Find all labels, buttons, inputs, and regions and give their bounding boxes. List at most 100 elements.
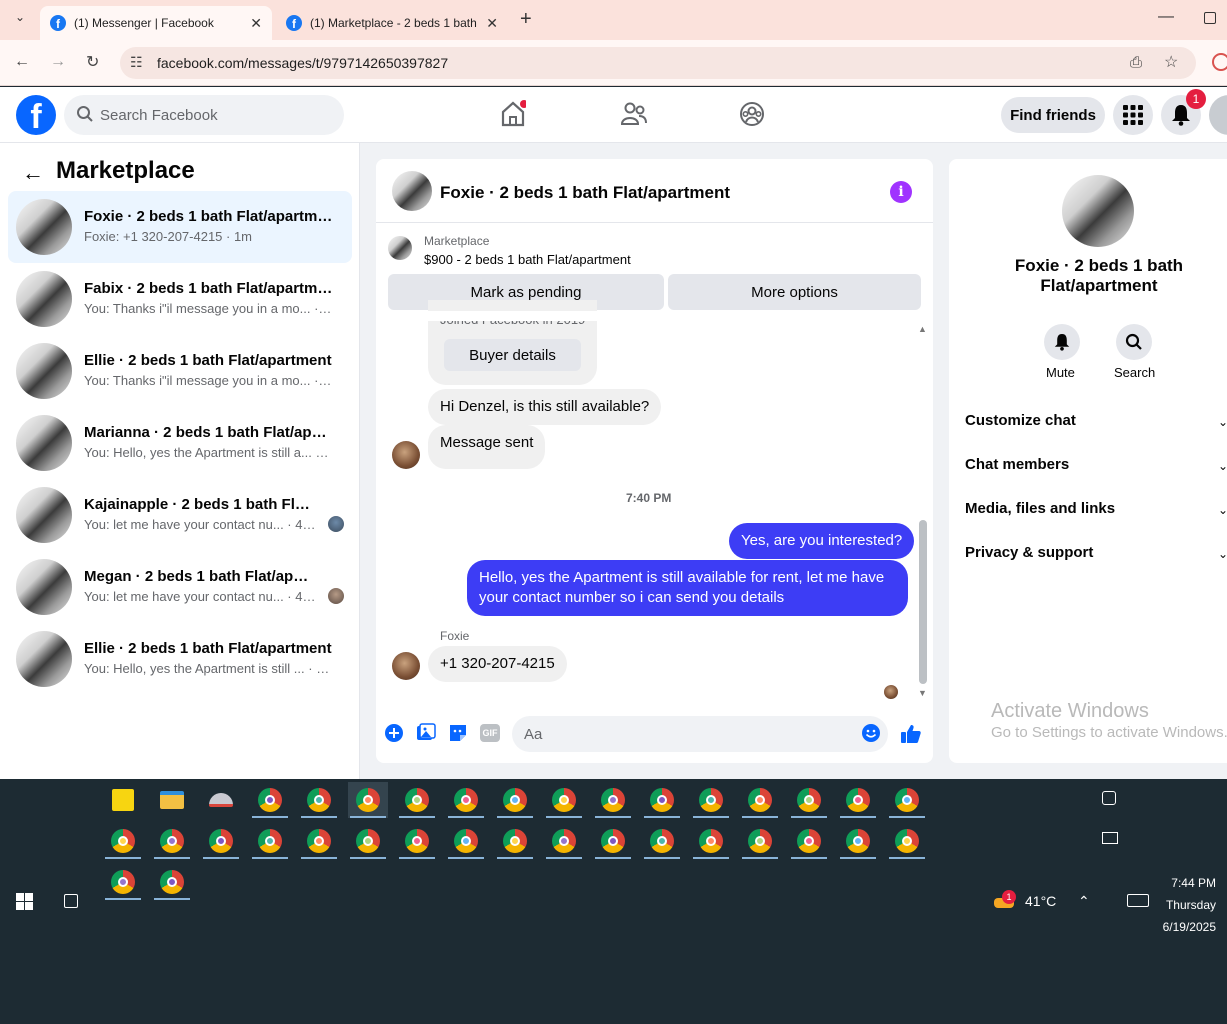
- back-icon[interactable]: ←: [14, 53, 30, 71]
- network-icon[interactable]: [1102, 832, 1118, 844]
- chrome-window-icon[interactable]: [495, 823, 535, 859]
- friends-icon[interactable]: [620, 100, 648, 128]
- chrome-window-icon[interactable]: [299, 823, 339, 859]
- site-info-icon[interactable]: ☷: [130, 54, 143, 71]
- chrome-window-icon[interactable]: [789, 823, 829, 859]
- task-view-icon[interactable]: [64, 894, 78, 908]
- app-icon[interactable]: [201, 782, 241, 818]
- scroll-down-arrow-icon[interactable]: ▼: [918, 688, 927, 698]
- chat-avatar[interactable]: [392, 171, 432, 211]
- search-facebook-input[interactable]: Search Facebook: [64, 95, 344, 135]
- media-files-links-row[interactable]: Media, files and links: [965, 500, 1115, 517]
- chrome-window-icon[interactable]: [642, 782, 682, 818]
- chrome-window-icon[interactable]: [152, 823, 192, 859]
- chat-members-row[interactable]: Chat members: [965, 456, 1069, 473]
- message-input[interactable]: [512, 716, 888, 752]
- keyboard-icon[interactable]: [1127, 894, 1149, 907]
- tab-messenger[interactable]: f (1) Messenger | Facebook ✕: [40, 6, 272, 40]
- show-hidden-icons-icon[interactable]: ⌃: [1078, 893, 1090, 910]
- more-options-button[interactable]: More options: [668, 274, 921, 310]
- minimize-icon[interactable]: —: [1158, 8, 1174, 26]
- back-arrow-icon[interactable]: ←: [22, 160, 44, 186]
- conversation-item[interactable]: Marianna · 2 beds 1 bath Flat/apar... Yo…: [8, 407, 352, 479]
- chrome-window-icon[interactable]: [593, 823, 633, 859]
- close-tab-icon[interactable]: ✕: [486, 15, 498, 32]
- chrome-window-icon[interactable]: [348, 823, 388, 859]
- url-text[interactable]: facebook.com/messages/t/9797142650397827: [157, 55, 448, 71]
- meet-now-icon[interactable]: [1102, 791, 1116, 805]
- sticker-icon[interactable]: [448, 723, 468, 743]
- emoji-icon[interactable]: [861, 723, 881, 743]
- groups-icon[interactable]: [739, 100, 765, 128]
- scroll-up-arrow-icon[interactable]: ▲: [918, 324, 927, 334]
- chrome-window-icon[interactable]: [544, 823, 584, 859]
- chrome-window-icon[interactable]: [544, 782, 584, 818]
- chrome-window-icon[interactable]: [446, 823, 486, 859]
- search-chat-button[interactable]: [1116, 324, 1152, 360]
- system-clock[interactable]: 7:44 PM Thursday 6/19/2025: [1150, 872, 1216, 938]
- chat-scrollbar[interactable]: [919, 520, 927, 684]
- chrome-window-icon[interactable]: [691, 823, 731, 859]
- chrome-window-icon[interactable]: [691, 782, 731, 818]
- info-icon[interactable]: i: [890, 181, 912, 203]
- new-tab-icon[interactable]: +: [520, 8, 532, 31]
- chrome-window-icon[interactable]: [789, 782, 829, 818]
- chrome-window-icon[interactable]: [887, 823, 927, 859]
- chrome-window-icon[interactable]: [740, 823, 780, 859]
- chrome-window-icon[interactable]: [593, 782, 633, 818]
- chrome-window-icon[interactable]: [299, 782, 339, 818]
- home-icon[interactable]: [500, 100, 526, 128]
- conversation-item[interactable]: Fabix · 2 beds 1 bath Flat/apartment You…: [8, 263, 352, 335]
- tab-marketplace[interactable]: f (1) Marketplace - 2 beds 1 bath ✕: [276, 6, 508, 40]
- conversation-item[interactable]: Foxie · 2 beds 1 bath Flat/apartment Fox…: [8, 191, 352, 263]
- conversation-item[interactable]: Megan · 2 beds 1 bath Flat/apar... You: …: [8, 551, 352, 623]
- chrome-window-icon[interactable]: [103, 864, 143, 900]
- chrome-window-icon[interactable]: [397, 823, 437, 859]
- chrome-window-icon[interactable]: [152, 864, 192, 900]
- chrome-window-icon[interactable]: [642, 823, 682, 859]
- facebook-logo-icon[interactable]: f: [16, 95, 56, 135]
- start-windows-icon[interactable]: [16, 893, 33, 910]
- chrome-window-icon[interactable]: [446, 782, 486, 818]
- chrome-window-icon[interactable]: [103, 823, 143, 859]
- plus-circle-icon[interactable]: [384, 723, 404, 743]
- conversation-name: Ellie · 2 beds 1 bath Flat/apartment: [84, 640, 332, 657]
- gif-icon[interactable]: GIF: [480, 724, 500, 742]
- tab-search-button[interactable]: ⌄: [8, 10, 32, 30]
- listing-price-title[interactable]: $900 - 2 beds 1 bath Flat/apartment: [424, 252, 631, 267]
- chrome-window-icon[interactable]: [838, 782, 878, 818]
- thumbs-up-icon[interactable]: [900, 723, 922, 745]
- find-friends-button[interactable]: Find friends: [1001, 97, 1105, 133]
- customize-chat-row[interactable]: Customize chat: [965, 412, 1076, 429]
- chrome-window-icon[interactable]: [348, 782, 388, 818]
- mute-button[interactable]: [1044, 324, 1080, 360]
- privacy-support-row[interactable]: Privacy & support: [965, 544, 1093, 561]
- conversation-item[interactable]: Ellie · 2 beds 1 bath Flat/apartment You…: [8, 623, 352, 695]
- file-explorer-icon[interactable]: [152, 782, 192, 818]
- photo-icon[interactable]: [416, 723, 436, 743]
- chrome-window-icon[interactable]: [250, 782, 290, 818]
- temperature[interactable]: 41°C: [1025, 893, 1056, 909]
- contact-profile-avatar[interactable]: [1062, 175, 1134, 247]
- chrome-window-icon[interactable]: [887, 782, 927, 818]
- menu-grid-button[interactable]: [1113, 95, 1153, 135]
- install-app-icon[interactable]: ⎙: [1130, 54, 1142, 71]
- sticky-notes-icon[interactable]: [103, 782, 143, 818]
- profile-icon[interactable]: [1212, 53, 1227, 71]
- chat-title[interactable]: Foxie · 2 beds 1 bath Flat/apartment: [440, 183, 730, 203]
- chrome-window-icon[interactable]: [740, 782, 780, 818]
- maximize-icon[interactable]: [1204, 12, 1216, 24]
- conversation-item[interactable]: Ellie · 2 beds 1 bath Flat/apartment You…: [8, 335, 352, 407]
- buyer-details-button[interactable]: Buyer details: [444, 339, 581, 371]
- forward-icon[interactable]: →: [50, 53, 66, 71]
- chrome-window-icon[interactable]: [201, 823, 241, 859]
- chrome-window-icon[interactable]: [397, 782, 437, 818]
- close-tab-icon[interactable]: ✕: [250, 15, 262, 32]
- bookmark-star-icon[interactable]: ☆: [1164, 52, 1178, 72]
- weather-icon[interactable]: 1: [992, 890, 1016, 912]
- chrome-window-icon[interactable]: [838, 823, 878, 859]
- chrome-window-icon[interactable]: [250, 823, 290, 859]
- reload-icon[interactable]: ↻: [86, 52, 99, 72]
- chrome-window-icon[interactable]: [495, 782, 535, 818]
- conversation-item[interactable]: Kajainapple · 2 beds 1 bath Flat/... You…: [8, 479, 352, 551]
